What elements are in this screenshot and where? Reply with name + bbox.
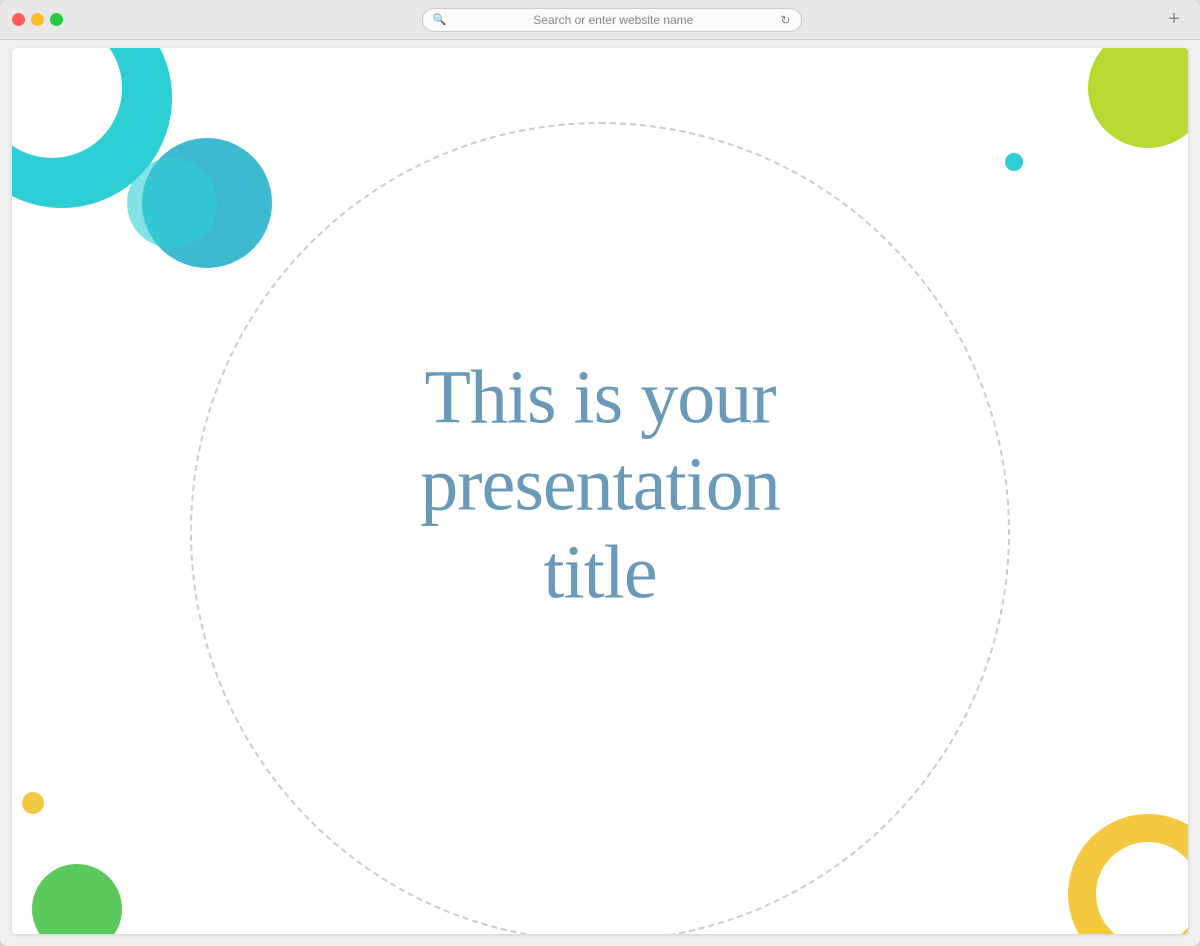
green-circle-bottom-left (32, 864, 122, 934)
reload-icon[interactable]: ↻ (780, 13, 790, 27)
browser-window: 🔍 Search or enter website name ↻ + This … (0, 0, 1200, 946)
presentation-title: This is your presentation title (260, 355, 940, 617)
cyan-small-circle-top-right (1005, 153, 1023, 171)
slide-container: This is your presentation title (12, 48, 1188, 934)
slide-title-block: This is your presentation title (260, 355, 940, 617)
minimize-button[interactable] (31, 13, 44, 26)
address-bar: 🔍 Search or enter website name ↻ (71, 8, 1152, 32)
title-line-2: presentation (420, 443, 779, 527)
maximize-button[interactable] (50, 13, 63, 26)
new-tab-button[interactable]: + (1160, 6, 1188, 34)
address-input[interactable]: 🔍 Search or enter website name ↻ (422, 8, 802, 32)
title-line-3: title (543, 530, 656, 614)
traffic-lights (12, 13, 63, 26)
teal-overlap-circle (127, 158, 217, 248)
yellow-tiny-circle-bottom-left (22, 792, 44, 814)
lime-circle-top-right (1088, 48, 1188, 148)
address-text: Search or enter website name (452, 13, 774, 27)
search-icon: 🔍 (433, 13, 447, 26)
browser-titlebar: 🔍 Search or enter website name ↻ + (0, 0, 1200, 40)
title-line-1: This is your (424, 356, 775, 440)
yellow-ring-bottom-right (1068, 814, 1188, 934)
close-button[interactable] (12, 13, 25, 26)
